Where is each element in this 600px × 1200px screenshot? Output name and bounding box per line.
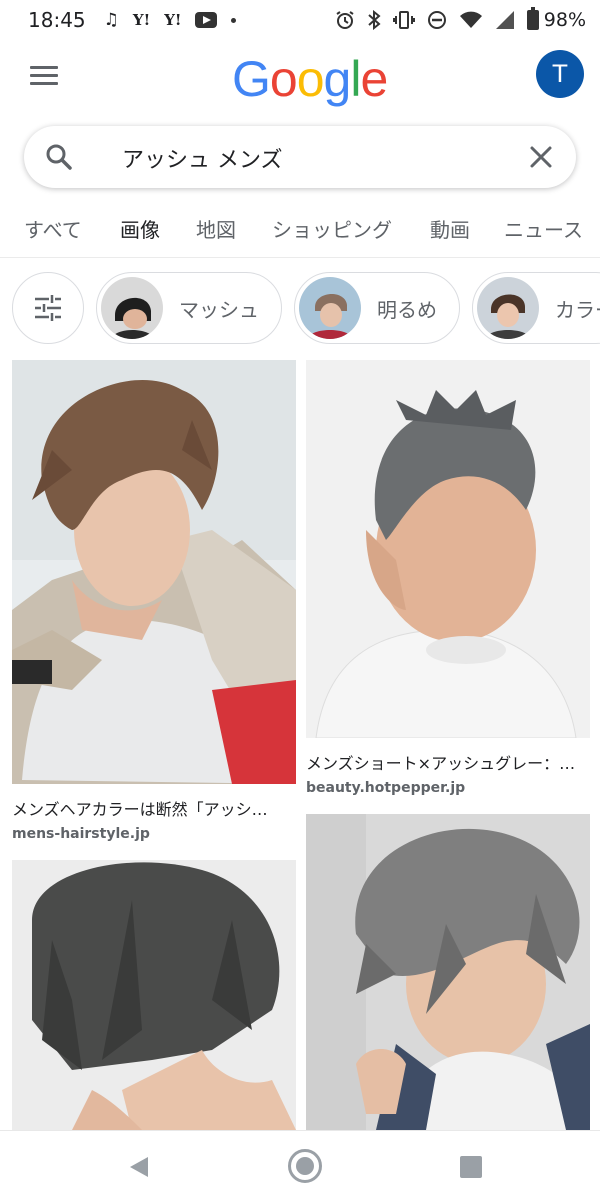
tab-images[interactable]: 画像 [120,214,160,243]
chip-color[interactable]: カラー [472,272,600,344]
dnd-icon [427,10,447,30]
chip-label: マッシュ [179,297,259,322]
tab-maps[interactable]: 地図 [196,214,236,243]
chip-label: カラー [555,297,600,322]
filter-settings-button[interactable] [12,272,84,344]
image-result[interactable]: メンズヘアカラーは断然「アッシ… mens-hairstyle.jp [12,360,296,842]
vibrate-icon [392,10,415,30]
status-bar: 18:45 ♫ Y! Y! 98% [0,0,600,40]
logo-letter: l [350,51,361,107]
chip-mash[interactable]: マッシュ [96,272,282,344]
back-icon[interactable] [128,1155,150,1183]
chip-bright[interactable]: 明るめ [294,272,460,344]
music-note-icon: ♫ [103,10,119,30]
logo-letter: o [296,51,325,107]
filter-chips: マッシュ 明るめ カラー [0,272,600,346]
chip-label: 明るめ [377,297,437,322]
result-image[interactable] [12,860,296,1130]
status-time: 18:45 [28,8,86,32]
result-title[interactable]: メンズショート×アッシュグレー：… [306,750,590,774]
image-result[interactable] [306,814,590,1148]
wifi-icon [459,10,483,30]
android-nav-bar [0,1130,600,1200]
chip-thumbnail [477,277,539,339]
google-logo[interactable]: Google [232,50,388,108]
tab-shopping[interactable]: ショッピング [272,214,392,243]
chip-thumbnail [101,277,163,339]
logo-letter: g [323,51,352,107]
search-box[interactable]: アッシュ メンズ [24,126,576,188]
tune-icon [35,295,61,321]
youtube-icon [195,12,218,28]
result-title[interactable]: メンズヘアカラーは断然「アッシ… [12,796,296,820]
hamburger-menu-icon[interactable] [30,66,58,86]
home-icon[interactable] [288,1149,322,1183]
tab-news[interactable]: ニュース [504,214,583,243]
dot-icon [231,17,237,23]
app-header: Google T [0,44,600,110]
result-image[interactable] [306,814,590,1130]
battery-icon [526,7,539,30]
tab-videos[interactable]: 動画 [430,214,470,243]
yahoo-icon: Y! [132,11,151,29]
recent-apps-icon[interactable] [460,1156,482,1178]
image-result[interactable] [12,860,296,1148]
logo-letter: G [232,51,271,107]
search-icon[interactable] [44,142,74,172]
search-tabs: すべて 画像 地図 ショッピング 動画 ニュース [0,200,600,258]
battery-percent: 98% [543,9,586,31]
logo-letter: e [360,51,388,107]
image-result[interactable]: メンズショート×アッシュグレー：… beauty.hotpepper.jp [306,360,590,796]
tab-all[interactable]: すべて [24,214,82,243]
account-avatar[interactable]: T [536,50,584,98]
close-icon[interactable] [524,140,558,174]
chip-thumbnail [299,277,361,339]
alarm-icon [335,10,355,30]
logo-letter: o [269,51,298,107]
search-input[interactable]: アッシュ メンズ [122,142,283,174]
result-image[interactable] [12,360,296,784]
result-site: mens-hairstyle.jp [12,826,150,842]
bluetooth-icon [367,10,381,30]
signal-icon [495,10,515,30]
result-site: beauty.hotpepper.jp [306,780,466,796]
result-image[interactable] [306,360,590,738]
yahoo-icon: Y! [164,11,182,29]
